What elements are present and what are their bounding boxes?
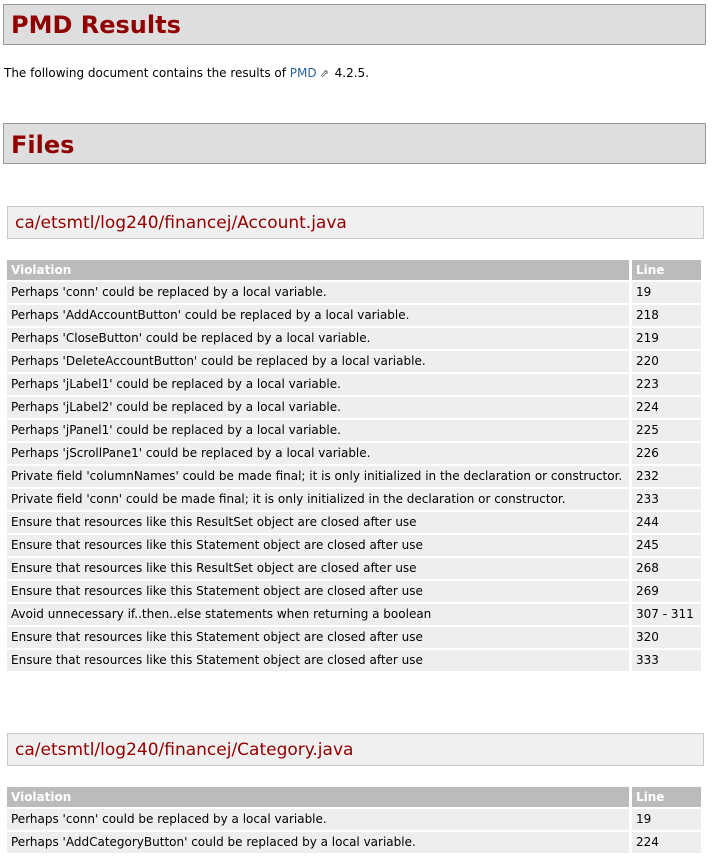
page-title: PMD Results [11, 11, 181, 39]
violation-column-header: Violation [7, 787, 632, 807]
line-cell: 225 [632, 420, 701, 441]
table-row: Private field 'conn' could be made final… [7, 489, 701, 510]
table-row: Perhaps 'DeleteAccountButton' could be r… [7, 351, 701, 372]
table-row: Perhaps 'conn' could be replaced by a lo… [7, 809, 701, 830]
line-column-header: Line [632, 787, 701, 807]
line-cell: 223 [632, 374, 701, 395]
table-row: Perhaps 'conn' could be replaced by a lo… [7, 282, 701, 303]
line-cell: 226 [632, 443, 701, 464]
table-row: Perhaps 'CloseButton' could be replaced … [7, 328, 701, 349]
line-cell: 333 [632, 650, 701, 671]
violation-cell: Ensure that resources like this Statemen… [7, 650, 632, 671]
violation-cell: Perhaps 'jLabel1' could be replaced by a… [7, 374, 632, 395]
intro-suffix: 4.2.5. [330, 66, 370, 80]
page-title-box: PMD Results [3, 4, 706, 45]
table-row: Perhaps 'jScrollPane1' could be replaced… [7, 443, 701, 464]
violation-cell: Private field 'columnNames' could be mad… [7, 466, 632, 487]
table-row: Ensure that resources like this ResultSe… [7, 512, 701, 533]
violation-cell: Ensure that resources like this ResultSe… [7, 558, 632, 579]
files-heading-box: Files [3, 123, 706, 164]
line-cell: 268 [632, 558, 701, 579]
violation-column-header: Violation [7, 260, 632, 280]
line-cell: 320 [632, 627, 701, 648]
violation-cell: Perhaps 'AddAccountButton' could be repl… [7, 305, 632, 326]
line-cell: 19 [632, 282, 701, 303]
violation-cell: Perhaps 'conn' could be replaced by a lo… [7, 282, 632, 303]
violation-cell: Perhaps 'AddCategoryButton' could be rep… [7, 832, 632, 853]
table-row: Ensure that resources like this Statemen… [7, 581, 701, 602]
line-cell: 224 [632, 832, 701, 853]
line-cell: 220 [632, 351, 701, 372]
violation-cell: Perhaps 'conn' could be replaced by a lo… [7, 809, 632, 830]
table-row: Ensure that resources like this Statemen… [7, 627, 701, 648]
table-header-row: Violation Line [7, 260, 701, 280]
table-row: Perhaps 'jLabel1' could be replaced by a… [7, 374, 701, 395]
violation-cell: Perhaps 'jScrollPane1' could be replaced… [7, 443, 632, 464]
table-row: Ensure that resources like this Statemen… [7, 535, 701, 556]
violation-cell: Perhaps 'jPanel1' could be replaced by a… [7, 420, 632, 441]
table-row: Perhaps 'jPanel1' could be replaced by a… [7, 420, 701, 441]
violation-cell: Perhaps 'DeleteAccountButton' could be r… [7, 351, 632, 372]
line-cell: 269 [632, 581, 701, 602]
violation-cell: Perhaps 'jLabel2' could be replaced by a… [7, 397, 632, 418]
table-row: Perhaps 'AddCategoryButton' could be rep… [7, 832, 701, 853]
line-cell: 232 [632, 466, 701, 487]
intro-text: The following document contains the resu… [4, 66, 369, 80]
line-cell: 218 [632, 305, 701, 326]
pmd-link[interactable]: PMD [290, 66, 317, 80]
violation-cell: Ensure that resources like this Statemen… [7, 627, 632, 648]
table-row: Perhaps 'jLabel2' could be replaced by a… [7, 397, 701, 418]
violation-cell: Ensure that resources like this Statemen… [7, 581, 632, 602]
external-link-icon: ⇗ [319, 67, 329, 80]
table-row: Ensure that resources like this ResultSe… [7, 558, 701, 579]
table-row: Avoid unnecessary if..then..else stateme… [7, 604, 701, 625]
violations-table-account: Violation Line Perhaps 'conn' could be r… [7, 258, 701, 673]
line-cell: 19 [632, 809, 701, 830]
file-heading-account: ca/etsmtl/log240/financej/Account.java [7, 206, 704, 239]
intro-prefix: The following document contains the resu… [4, 66, 290, 80]
violation-cell: Ensure that resources like this ResultSe… [7, 512, 632, 533]
table-row: Perhaps 'AddAccountButton' could be repl… [7, 305, 701, 326]
file-heading-category: ca/etsmtl/log240/financej/Category.java [7, 733, 704, 766]
files-heading: Files [11, 131, 75, 159]
violation-cell: Avoid unnecessary if..then..else stateme… [7, 604, 632, 625]
line-cell: 244 [632, 512, 701, 533]
line-cell: 245 [632, 535, 701, 556]
violation-cell: Private field 'conn' could be made final… [7, 489, 632, 510]
line-cell: 307 - 311 [632, 604, 701, 625]
table-header-row: Violation Line [7, 787, 701, 807]
table-row: Private field 'columnNames' could be mad… [7, 466, 701, 487]
table-row: Ensure that resources like this Statemen… [7, 650, 701, 671]
line-column-header: Line [632, 260, 701, 280]
file-name: ca/etsmtl/log240/financej/Account.java [15, 213, 347, 233]
violation-cell: Perhaps 'CloseButton' could be replaced … [7, 328, 632, 349]
line-cell: 224 [632, 397, 701, 418]
violation-cell: Ensure that resources like this Statemen… [7, 535, 632, 556]
file-name: ca/etsmtl/log240/financej/Category.java [15, 740, 354, 760]
line-cell: 219 [632, 328, 701, 349]
violations-table-category: Violation Line Perhaps 'conn' could be r… [7, 785, 701, 855]
line-cell: 233 [632, 489, 701, 510]
